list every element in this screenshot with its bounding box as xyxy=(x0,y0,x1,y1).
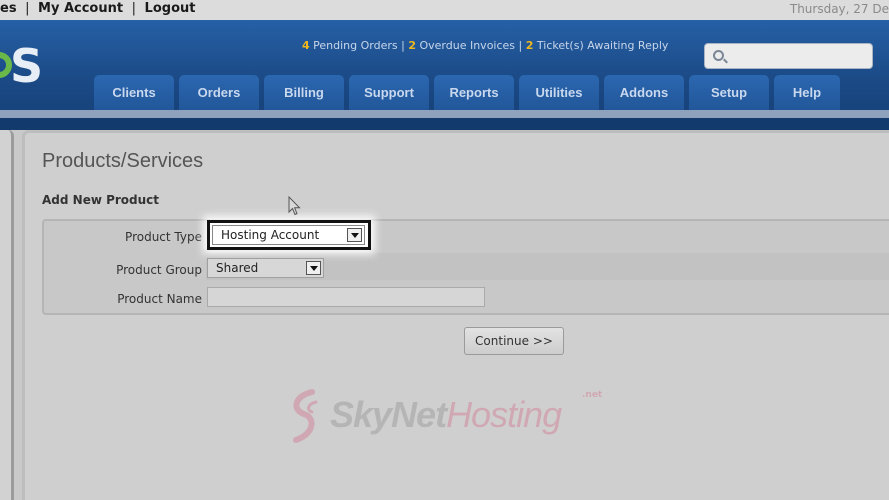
logo-letter: S xyxy=(10,39,44,93)
tab-addons[interactable]: Addons xyxy=(604,75,684,110)
alert-separator: | xyxy=(515,39,526,52)
link-my-account[interactable]: My Account xyxy=(38,1,123,16)
section-title: Add New Product xyxy=(42,193,160,207)
top-links: es | My Account | Logout xyxy=(0,1,195,16)
tab-billing[interactable]: Billing xyxy=(264,75,344,110)
continue-button[interactable]: Continue >> xyxy=(464,327,564,355)
link-logout[interactable]: Logout xyxy=(145,1,196,16)
logo[interactable]: S xyxy=(0,39,56,93)
pending-orders-link[interactable]: 4 Pending Orders xyxy=(302,39,398,52)
mouse-cursor-icon xyxy=(288,196,301,216)
search-input[interactable] xyxy=(729,47,869,65)
watermark-text: SkyNetHosting xyxy=(330,394,562,435)
watermark-logo: SkyNetHosting .net xyxy=(286,388,606,446)
overdue-invoices-link[interactable]: 2 Overdue Invoices xyxy=(408,39,515,52)
main-nav: Clients Orders Billing Support Reports U… xyxy=(94,75,845,110)
tab-reports[interactable]: Reports xyxy=(434,75,514,110)
top-bar: es | My Account | Logout Thursday, 27 De xyxy=(0,0,889,20)
tab-help[interactable]: Help xyxy=(774,75,840,110)
tickets-link[interactable]: 2 Ticket(s) Awaiting Reply xyxy=(526,39,669,52)
tab-utilities[interactable]: Utilities xyxy=(519,75,599,110)
link-partial[interactable]: es xyxy=(0,1,17,16)
page-title: Products/Services xyxy=(42,150,204,172)
product-type-value: Hosting Account xyxy=(221,228,320,242)
form-row-product-type: Product Type xyxy=(44,223,889,251)
alert-separator: | xyxy=(397,39,409,52)
tab-clients[interactable]: Clients xyxy=(94,75,174,110)
chevron-down-icon[interactable] xyxy=(306,261,321,275)
chevron-down-icon[interactable] xyxy=(347,228,362,242)
product-name-input[interactable] xyxy=(207,287,485,307)
search-box[interactable] xyxy=(704,43,873,69)
nav-strip xyxy=(0,110,889,118)
left-sidebar xyxy=(0,130,14,500)
tab-orders[interactable]: Orders xyxy=(179,75,259,110)
product-group-value: Shared xyxy=(216,261,259,275)
product-group-label: Product Group xyxy=(116,263,202,277)
current-date: Thursday, 27 De xyxy=(789,2,889,16)
alerts-bar: 4 Pending Orders | 2 Overdue Invoices | … xyxy=(302,39,668,52)
product-group-select[interactable]: Shared xyxy=(207,258,324,278)
tab-setup[interactable]: Setup xyxy=(689,75,769,110)
product-name-label: Product Name xyxy=(117,292,202,306)
header: S 4 Pending Orders | 2 Overdue Invoices … xyxy=(0,20,889,118)
search-icon xyxy=(713,50,724,61)
tab-support[interactable]: Support xyxy=(349,75,429,110)
swirl-icon xyxy=(293,389,318,443)
separator: | xyxy=(25,1,30,16)
product-type-select[interactable]: Hosting Account xyxy=(212,225,365,245)
form-row-product-group: Product Group xyxy=(44,253,889,284)
separator: | xyxy=(131,1,137,16)
watermark-suffix: .net xyxy=(582,390,603,400)
product-type-label: Product Type xyxy=(125,230,202,244)
header-band xyxy=(0,118,889,130)
